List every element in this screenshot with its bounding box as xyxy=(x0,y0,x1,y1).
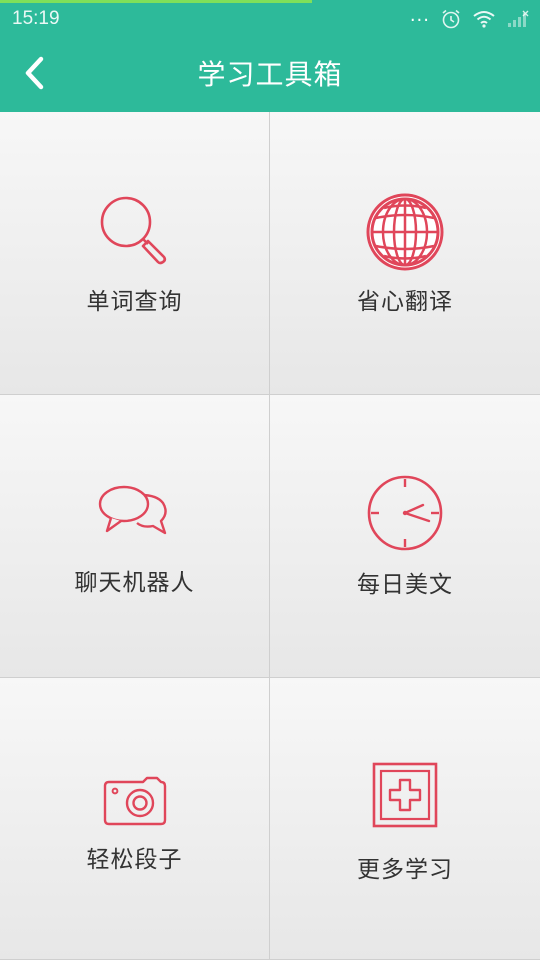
camera-icon xyxy=(103,774,167,826)
tool-jokes[interactable]: 轻松段子 xyxy=(0,678,270,960)
tool-label: 省心翻译 xyxy=(357,289,453,315)
status-icons: ... xyxy=(410,6,530,32)
tool-daily-article[interactable]: 每日美文 xyxy=(270,395,540,678)
tool-word-lookup[interactable]: 单词查询 xyxy=(0,112,270,395)
alarm-icon xyxy=(440,8,462,30)
wifi-icon xyxy=(472,9,496,29)
status-bar: 15:19 ... xyxy=(0,0,540,38)
tool-grid: 单词查询 省心翻译 聊天机器人 每日美文 轻松段子 更多学习 xyxy=(0,112,540,960)
app-header: 15:19 ... 学习工具箱 xyxy=(0,0,540,112)
magnifier-icon xyxy=(96,192,174,270)
tool-label: 轻松段子 xyxy=(86,847,183,873)
status-time: 15:19 xyxy=(12,8,60,29)
tool-label: 聊天机器人 xyxy=(74,570,195,596)
page-title: 学习工具箱 xyxy=(197,58,343,91)
tool-label: 单词查询 xyxy=(86,289,183,315)
globe-icon xyxy=(365,192,445,272)
clock-icon xyxy=(365,473,445,553)
tool-translate[interactable]: 省心翻译 xyxy=(270,112,540,395)
tool-more-learning[interactable]: 更多学习 xyxy=(270,678,540,960)
tool-chatbot[interactable]: 聊天机器人 xyxy=(0,395,270,678)
add-box-icon xyxy=(372,762,438,828)
overflow-dots-icon: ... xyxy=(409,5,430,26)
chat-bubbles-icon xyxy=(97,483,173,541)
tool-label: 更多学习 xyxy=(357,857,453,883)
title-bar: 学习工具箱 xyxy=(0,38,540,112)
tool-label: 每日美文 xyxy=(357,572,453,598)
signal-icon xyxy=(506,9,530,29)
